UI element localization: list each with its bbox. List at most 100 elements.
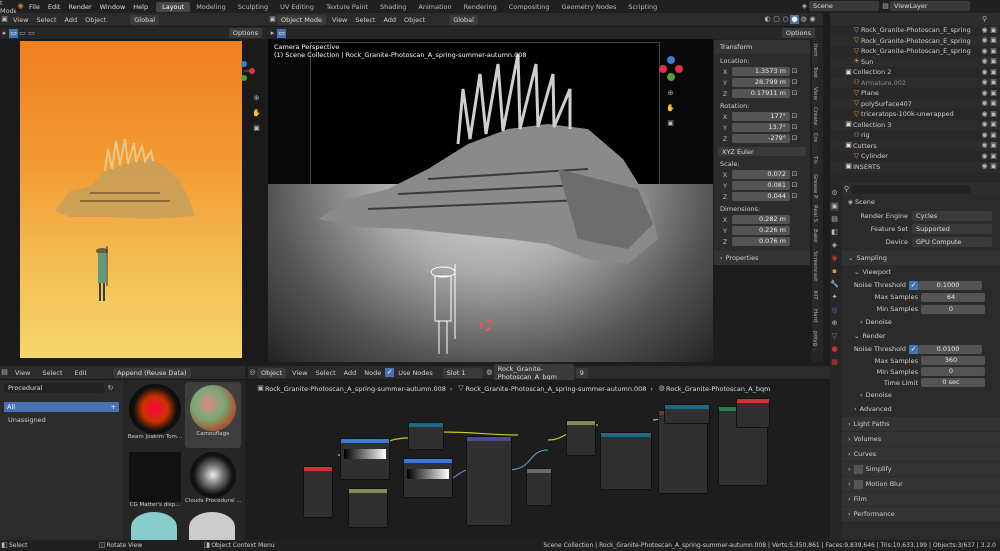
render-camera-icon[interactable]: ▣ xyxy=(989,89,998,98)
visibility-eye-icon[interactable]: ◉ xyxy=(980,162,989,171)
rotation-mode-dropdown[interactable]: XYZ Euler xyxy=(718,147,806,156)
node-frame[interactable] xyxy=(340,438,390,480)
viewport-menu-view[interactable]: View xyxy=(332,16,347,24)
node-frame[interactable] xyxy=(736,398,770,428)
visibility-eye-icon[interactable]: ◉ xyxy=(980,141,989,150)
r-min-field[interactable]: 0 xyxy=(921,367,985,376)
loc-x-field[interactable]: 1.3573 m xyxy=(732,67,790,76)
zoom-icon[interactable]: ⊕ xyxy=(252,94,261,103)
tab-grease-pencil[interactable]: Grease P. xyxy=(811,171,818,203)
outliner-item[interactable]: ▽ triceratops-100k-unwrapped ◉ ▣ xyxy=(830,109,1000,120)
curves-panel-header[interactable]: › Curves xyxy=(842,447,1000,461)
lock-icon[interactable]: ⊡ xyxy=(790,112,799,121)
render-engine-dropdown[interactable]: Cycles xyxy=(912,210,992,221)
select-box-icon[interactable]: ▭ xyxy=(9,28,18,38)
device-dropdown[interactable]: GPU Compute xyxy=(912,236,992,247)
outliner-item[interactable]: ▽ Rock_Granite-Photoscan_E_spring-s... ◉ ▣ xyxy=(830,46,1000,57)
render-camera-icon[interactable]: ▣ xyxy=(989,78,998,87)
loc-z-field[interactable]: 0.17911 m xyxy=(732,89,790,98)
lock-icon[interactable]: ⊡ xyxy=(790,123,799,132)
scale-z-field[interactable]: 0.044 xyxy=(732,192,790,201)
vp-max-field[interactable]: 64 xyxy=(921,292,985,302)
node-menu-node[interactable]: Node xyxy=(364,369,381,377)
loc-y-field[interactable]: 28.799 m xyxy=(732,78,790,87)
camera-icon[interactable]: ▣ xyxy=(666,119,675,128)
tab-screencast[interactable]: Screencast xyxy=(811,247,818,285)
render-camera-icon[interactable]: ▣ xyxy=(989,162,998,171)
outliner-item[interactable]: ▽ Rock_Granite-Photoscan_E_spring-s... ◉ ▣ xyxy=(830,35,1000,46)
r-noise-field[interactable]: 0.0100 xyxy=(918,344,982,354)
render-camera-icon[interactable]: ▣ xyxy=(989,26,998,35)
tab-create[interactable]: Create xyxy=(811,105,818,127)
render-camera-icon[interactable]: ▣ xyxy=(989,131,998,140)
asset-menu-edit[interactable]: Edit xyxy=(75,369,88,377)
outliner-item[interactable]: ▣ Collection 3 ◉ ▣ xyxy=(830,119,1000,130)
tab-modeling[interactable]: Modeling xyxy=(190,2,232,12)
lock-icon[interactable]: ⊡ xyxy=(790,89,799,98)
transform-orientation[interactable]: Global xyxy=(449,14,478,25)
asset-tile[interactable] xyxy=(189,512,235,540)
pan-hand-icon[interactable]: ✋ xyxy=(252,109,261,118)
light-paths-panel-header[interactable]: › Light Paths xyxy=(842,417,1000,431)
outliner-item[interactable]: ▽ Plane ◉ ▣ xyxy=(830,88,1000,99)
checkbox-checked-icon[interactable]: ✓ xyxy=(385,368,395,377)
outliner-item[interactable]: ▽ Cylinder ◉ ▣ xyxy=(830,151,1000,162)
node-editor-canvas[interactable]: ▣ Rock_Granite-Photoscan_A_spring-summer… xyxy=(248,380,830,540)
physics-props-icon[interactable]: ◎ xyxy=(830,306,839,315)
visibility-eye-icon[interactable]: ◉ xyxy=(980,89,989,98)
visibility-eye-icon[interactable]: ◉ xyxy=(980,131,989,140)
feature-set-dropdown[interactable]: Supported xyxy=(912,223,992,234)
nav-gizmo-left[interactable] xyxy=(232,59,256,83)
denoise-subpanel-header[interactable]: › Denoise xyxy=(842,388,1000,402)
outliner-item[interactable]: ▽ Rock_Granite-Photoscan_E_spring-s... ◉ ▣ xyxy=(830,25,1000,36)
visibility-eye-icon[interactable]: ◉ xyxy=(980,57,989,66)
render-props-icon[interactable]: ▣ xyxy=(830,202,839,211)
node-menu-view[interactable]: View xyxy=(292,369,307,377)
scale-y-field[interactable]: 0.081 xyxy=(732,181,790,190)
zoom-icon[interactable]: ⊕ xyxy=(666,89,675,98)
performance-panel-header[interactable]: › Performance xyxy=(842,507,1000,521)
dim-x-field[interactable]: 0.282 m xyxy=(732,215,790,224)
node-frame[interactable] xyxy=(466,436,512,526)
object-props-icon[interactable]: ▪ xyxy=(830,267,839,276)
node-frame[interactable] xyxy=(526,468,552,506)
visibility-eye-icon[interactable]: ◉ xyxy=(980,47,989,56)
dim-z-field[interactable]: 0.076 m xyxy=(732,237,790,246)
dim-y-field[interactable]: 0.226 m xyxy=(732,226,790,235)
tab-hard[interactable]: Hard xyxy=(811,305,818,327)
library-dropdown[interactable]: Procedural xyxy=(4,383,104,393)
node-frame[interactable] xyxy=(566,420,596,456)
volumes-panel-header[interactable]: › Volumes xyxy=(842,432,1000,446)
render-camera-icon[interactable]: ▣ xyxy=(989,47,998,56)
node-frame[interactable] xyxy=(600,432,652,490)
viewport-options-button[interactable]: Options xyxy=(781,28,815,38)
asset-tile[interactable]: Camouflage xyxy=(185,382,241,448)
texture-props-icon[interactable]: ▦ xyxy=(830,358,839,367)
transform-panel-header[interactable]: Transform xyxy=(714,40,810,54)
output-props-icon[interactable]: ▤ xyxy=(830,215,839,224)
tab-sculpting[interactable]: Sculpting xyxy=(232,2,274,12)
left-menu-view[interactable]: View xyxy=(13,16,28,24)
node-frame[interactable] xyxy=(408,422,444,450)
viewport-menu-add[interactable]: Add xyxy=(383,16,396,24)
render-camera-icon[interactable]: ▣ xyxy=(989,99,998,108)
play-icon[interactable]: ▸ xyxy=(268,29,277,38)
tab-view[interactable]: View xyxy=(811,83,818,105)
node-object-dropdown[interactable]: Object xyxy=(257,367,287,378)
3d-viewport[interactable]: Camera Perspective (1) Scene Collection … xyxy=(268,39,713,362)
denoise-subpanel-header[interactable]: › Denoise xyxy=(842,315,1000,329)
object-mode-dropdown[interactable]: Object Mode xyxy=(277,14,326,25)
menu-file[interactable]: File xyxy=(29,3,40,11)
material-shading-icon[interactable]: ◍ xyxy=(799,15,808,24)
checkbox-icon[interactable] xyxy=(853,479,863,489)
visibility-eye-icon[interactable]: ◉ xyxy=(980,78,989,87)
tab-geometry-nodes[interactable]: Geometry Nodes xyxy=(556,2,623,12)
tab-bake[interactable]: Bake xyxy=(811,225,818,247)
menu-help[interactable]: Help xyxy=(133,3,148,11)
node-menu-select[interactable]: Select xyxy=(316,369,336,377)
scale-x-field[interactable]: 0.072 xyxy=(732,170,790,179)
tab-uv-editing[interactable]: UV Editing xyxy=(274,2,320,12)
tab-kit[interactable]: KIT xyxy=(811,285,818,305)
visibility-eye-icon[interactable]: ◉ xyxy=(980,36,989,45)
asset-tile[interactable]: Clouds Procedural ... xyxy=(185,452,241,514)
